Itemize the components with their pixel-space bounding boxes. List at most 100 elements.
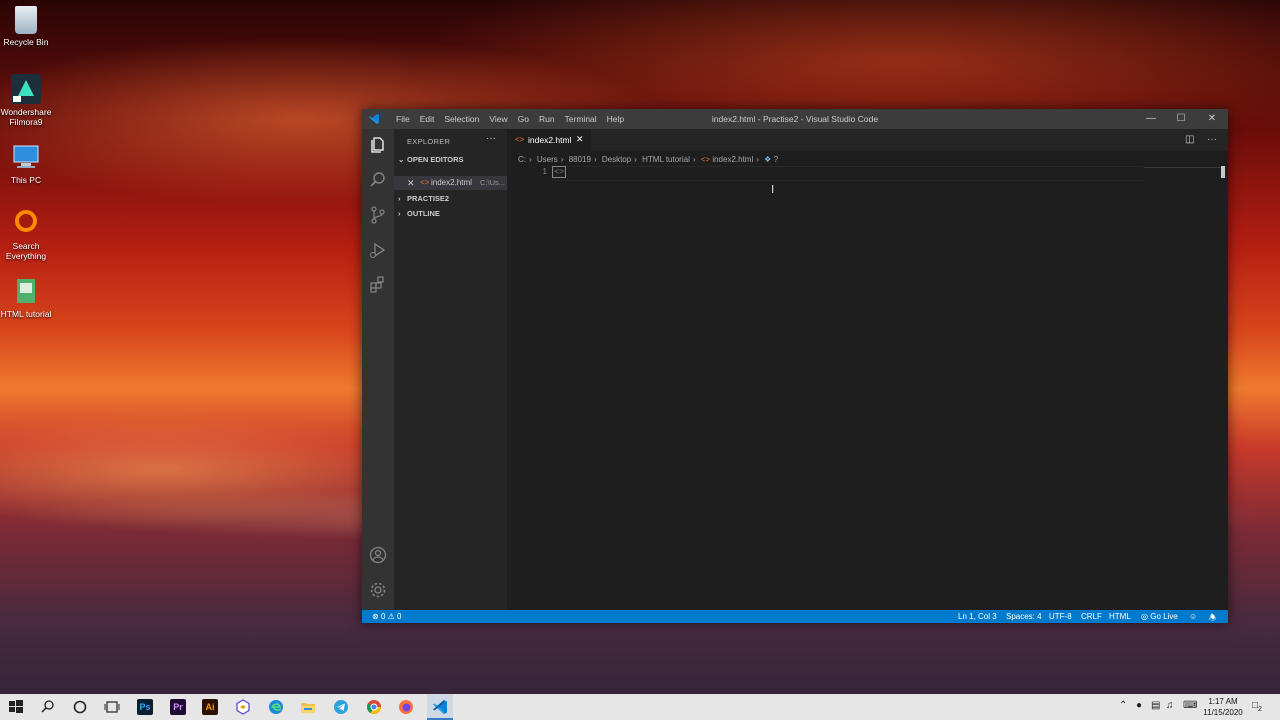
accounts-icon[interactable] <box>368 545 388 565</box>
error-icon: ⊗ <box>372 612 379 621</box>
status-bar: ⊗ 0 ⚠ 0 Ln 1, Col 3 Spaces: 4 UTF-8 CRLF… <box>362 610 1228 623</box>
warning-icon: ⚠ <box>387 612 395 621</box>
firefox-icon[interactable] <box>398 699 414 715</box>
open-editors-label: OPEN EDITORS <box>407 155 464 164</box>
filmora-icon <box>11 74 41 104</box>
tab-bar: <> index2.html ✕ ◫ ··· <box>507 129 1228 151</box>
chevron-up-icon[interactable]: ⌃ <box>1119 700 1127 711</box>
search-icon[interactable] <box>368 170 388 190</box>
folder-icon <box>11 276 41 306</box>
run-debug-icon[interactable] <box>368 240 388 260</box>
indentation[interactable]: Spaces: 4 <box>1006 612 1042 621</box>
problems-indicator[interactable]: ⊗ 0 ⚠ 0 <box>372 612 401 621</box>
source-control-icon[interactable] <box>368 205 388 225</box>
edge-icon[interactable] <box>268 699 284 715</box>
computer-icon <box>11 142 41 172</box>
notification-icon[interactable]: □2 <box>1252 700 1262 713</box>
menu-terminal[interactable]: Terminal <box>560 114 602 124</box>
telegram-icon[interactable] <box>333 699 349 715</box>
more-actions-icon[interactable]: ··· <box>1207 134 1217 145</box>
task-view-icon[interactable] <box>104 699 120 715</box>
illustrator-icon[interactable]: Ai <box>202 699 218 715</box>
cursor-position[interactable]: Ln 1, Col 3 <box>958 612 997 621</box>
split-editor-icon[interactable]: ◫ <box>1185 134 1194 145</box>
network-icon[interactable]: ▤ <box>1151 700 1160 711</box>
menu-run[interactable]: Run <box>534 114 560 124</box>
breadcrumb-separator: › <box>756 155 759 164</box>
clock-time: 1:17 AM <box>1208 697 1238 706</box>
code-text: <> <box>552 166 567 178</box>
menu-view[interactable]: View <box>484 114 512 124</box>
gear-icon[interactable] <box>368 580 388 600</box>
open-editors-section[interactable]: ⌄ OPEN EDITORS <box>398 155 464 164</box>
search-everything-icon <box>11 208 41 238</box>
outline-label: OUTLINE <box>407 209 440 218</box>
notification-count: 2 <box>1258 706 1262 713</box>
tab-label: index2.html <box>528 135 572 145</box>
minimize-button[interactable]: — <box>1136 109 1166 129</box>
menu-help[interactable]: Help <box>602 114 629 124</box>
project-label: PRACTISE2 <box>407 194 450 203</box>
open-editor-item[interactable]: ✕ <> index2.html C:\Us... <box>394 176 507 190</box>
keyboard-icon[interactable]: ⌨ <box>1183 700 1197 711</box>
close-icon[interactable]: ✕ <box>407 178 415 189</box>
scrollbar-thumb[interactable] <box>1221 166 1225 178</box>
code-line[interactable]: <> <box>552 166 567 178</box>
chevron-right-icon: › <box>398 194 401 203</box>
menu-bar: File Edit Selection View Go Run Terminal… <box>391 114 629 124</box>
encoding[interactable]: UTF-8 <box>1049 612 1072 621</box>
breadcrumb-symbol[interactable]: ? <box>774 155 778 164</box>
line-ending[interactable]: CRLF <box>1081 612 1102 621</box>
close-tab-icon[interactable]: ✕ <box>576 134 584 145</box>
menu-edit[interactable]: Edit <box>415 114 440 124</box>
breadcrumb-desktop[interactable]: Desktop <box>602 155 631 164</box>
desktop-icon-label: This PC <box>10 175 42 185</box>
breadcrumb-separator: › <box>634 155 637 164</box>
outline-section[interactable]: › OUTLINE <box>398 209 440 218</box>
extensions-icon[interactable] <box>368 275 388 295</box>
menu-file[interactable]: File <box>391 114 415 124</box>
cube-app-icon[interactable] <box>235 699 251 715</box>
desktop-icon-html-tutorial[interactable]: HTML tutorial <box>0 276 52 319</box>
photoshop-icon[interactable]: Ps <box>137 699 153 715</box>
feedback-icon[interactable]: ☺ <box>1189 612 1197 621</box>
chrome-icon[interactable] <box>366 699 382 715</box>
tab-index2-html[interactable]: <> index2.html ✕ <box>507 129 591 151</box>
error-count: 0 <box>380 612 386 621</box>
desktop-icon-filmora[interactable]: Wondershare Filmora9 <box>0 74 52 127</box>
bell-icon[interactable]: 🕭 <box>1209 612 1216 626</box>
close-window-button[interactable]: ✕ <box>1197 109 1227 129</box>
premiere-icon[interactable]: Pr <box>170 699 186 715</box>
more-actions-button[interactable]: ··· <box>486 133 496 144</box>
volume-icon[interactable]: ♫ <box>1166 700 1174 711</box>
breadcrumb-folder[interactable]: HTML tutorial <box>642 155 690 164</box>
explorer-icon[interactable] <box>368 135 388 155</box>
desktop-icon-recycle-bin[interactable]: Recycle Bin <box>0 6 52 47</box>
breadcrumb-drive[interactable]: C: <box>518 155 526 164</box>
menu-selection[interactable]: Selection <box>439 114 484 124</box>
maximize-button[interactable]: ☐ <box>1166 109 1196 129</box>
language-mode[interactable]: HTML <box>1109 612 1131 621</box>
chevron-right-icon: › <box>398 209 401 218</box>
desktop-icon-this-pc[interactable]: This PC <box>0 142 52 185</box>
minimap[interactable] <box>1144 167 1222 168</box>
cortana-icon[interactable] <box>72 699 88 715</box>
chevron-down-icon: ⌄ <box>398 155 405 164</box>
html-file-icon: <> <box>515 135 525 144</box>
go-live-label: Go Live <box>1150 612 1178 621</box>
search-icon[interactable] <box>40 699 56 715</box>
system-clock[interactable]: 1:17 AM 11/15/2020 <box>1200 696 1246 718</box>
windows-start-icon[interactable] <box>8 699 24 715</box>
file-explorer-icon[interactable] <box>300 699 316 715</box>
desktop-icon-search-everything[interactable]: Search Everything <box>0 208 52 261</box>
menu-go[interactable]: Go <box>513 114 534 124</box>
go-live-button[interactable]: ◎ Go Live <box>1141 612 1178 621</box>
project-section[interactable]: › PRACTISE2 <box>398 194 449 203</box>
warning-count: 0 <box>397 612 402 621</box>
breadcrumb-user[interactable]: 88019 <box>569 155 591 164</box>
vscode-taskbar-icon[interactable] <box>432 699 448 715</box>
microphone-icon[interactable]: ● <box>1136 700 1142 711</box>
desktop-icon-label: HTML tutorial <box>0 309 52 319</box>
breadcrumb-users[interactable]: Users <box>537 155 558 164</box>
breadcrumb-file[interactable]: index2.html <box>712 155 753 164</box>
